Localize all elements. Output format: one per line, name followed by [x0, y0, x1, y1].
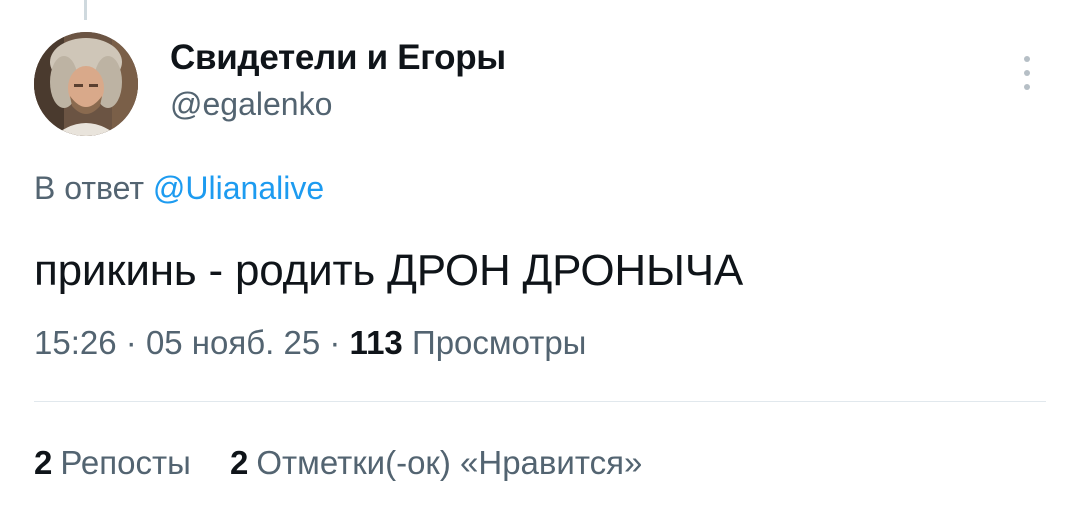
more-options-button[interactable]: [1010, 52, 1044, 96]
views-label: Просмотры: [411, 324, 587, 361]
avatar[interactable]: [34, 32, 138, 136]
author-block[interactable]: Свидетели и Егоры @egalenko: [170, 38, 506, 124]
reply-context: В ответ @Ulianalive: [34, 168, 324, 208]
more-vertical-icon-dot: [1024, 84, 1030, 90]
author-handle[interactable]: @egalenko: [170, 84, 506, 124]
tweet-date[interactable]: 05 нояб. 25: [146, 324, 320, 361]
avatar-photo: [34, 32, 138, 136]
divider: [34, 401, 1046, 402]
tweet-meta: 15:26 · 05 нояб. 25 · 113 Просмотры: [34, 322, 586, 364]
tweet-time[interactable]: 15:26: [34, 324, 117, 361]
reply-prefix: В ответ: [34, 170, 145, 206]
likes-count: 2: [230, 444, 249, 481]
author-display-name[interactable]: Свидетели и Егоры: [170, 38, 506, 78]
meta-separator: ·: [329, 324, 341, 361]
more-vertical-icon-dot: [1024, 70, 1030, 76]
thread-connector-line: [84, 0, 87, 20]
tweet-stats: 2 Репосты 2 Отметки(-ок) «Нравится»: [34, 442, 672, 484]
tweet-text: прикинь - родить ДРОН ДРОНЫЧА: [34, 246, 743, 295]
reposts-stat[interactable]: 2 Репосты: [34, 442, 191, 484]
reposts-count: 2: [34, 444, 53, 481]
likes-stat[interactable]: 2 Отметки(-ок) «Нравится»: [230, 442, 642, 484]
reply-mention-link[interactable]: @Ulianalive: [153, 170, 324, 206]
meta-separator: ·: [125, 324, 137, 361]
likes-label: Отметки(-ок) «Нравится»: [256, 444, 643, 481]
reposts-label: Репосты: [60, 444, 191, 481]
views-count: 113: [349, 324, 403, 361]
more-vertical-icon: [1024, 56, 1030, 62]
